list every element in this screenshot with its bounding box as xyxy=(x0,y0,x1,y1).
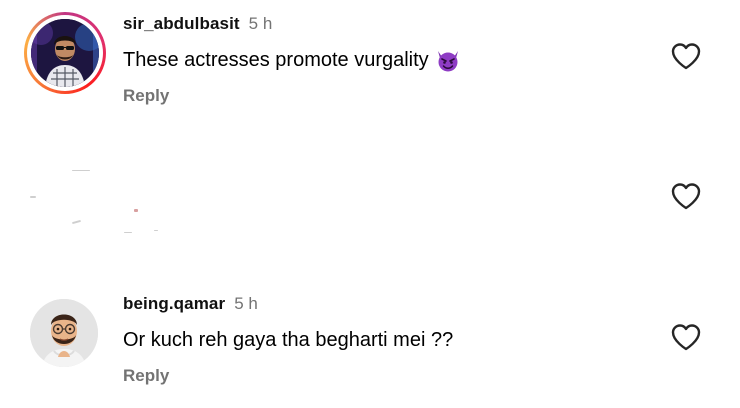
comment-meta: being.qamar 5 h xyxy=(123,294,258,314)
avatar[interactable] xyxy=(31,19,99,87)
text-artifact xyxy=(134,209,138,212)
avatar-memoji xyxy=(30,299,98,367)
comment-text-content: Or kuch reh gaya tha begharti mei ?? xyxy=(123,328,454,351)
text-artifact xyxy=(124,232,132,233)
comment-timestamp: 5 h xyxy=(234,294,258,313)
heart-outline-icon[interactable] xyxy=(670,41,702,71)
comment-username[interactable]: sir_abdulbasit xyxy=(123,14,240,34)
comment-timestamp: 5 h xyxy=(248,14,273,33)
text-artifact xyxy=(71,219,82,225)
comment-item: sir_abdulbasit 5 h These actresses promo… xyxy=(0,0,740,130)
comment-text: Or kuch reh gaya tha begharti mei ?? xyxy=(123,326,453,354)
avatar[interactable] xyxy=(30,299,98,367)
comment-username[interactable]: being.qamar xyxy=(123,294,225,314)
text-artifact xyxy=(30,196,36,198)
heart-outline-icon[interactable] xyxy=(670,322,702,352)
comment-text-content: These actresses promote vurgality xyxy=(123,48,429,71)
heart-outline-icon[interactable] xyxy=(670,181,702,211)
smiling-devil-emoji-icon xyxy=(437,51,458,72)
avatar-photo xyxy=(31,19,99,87)
comment-meta: sir_abdulbasit 5 h xyxy=(123,14,272,34)
text-artifact xyxy=(72,170,90,171)
reply-button[interactable]: Reply xyxy=(123,366,169,386)
comment-item: being.qamar 5 h Or kuch reh gaya tha beg… xyxy=(0,280,740,408)
comment-text: These actresses promote vurgality xyxy=(123,46,461,74)
comment-item-hidden xyxy=(0,150,740,260)
reply-button[interactable]: Reply xyxy=(123,86,169,106)
text-artifact xyxy=(154,230,158,231)
